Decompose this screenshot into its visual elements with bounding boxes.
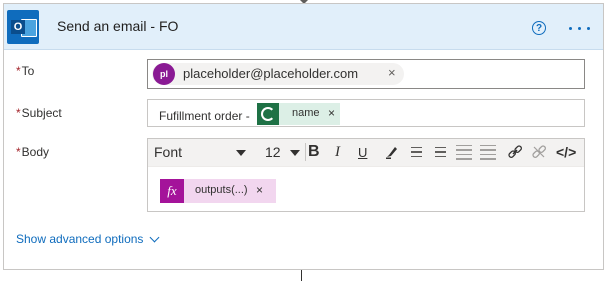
dynamic-content-token[interactable]: name ×: [257, 103, 340, 125]
dataverse-icon: [257, 103, 279, 125]
advanced-label: Show advanced options: [16, 232, 144, 246]
increase-indent-button[interactable]: [480, 143, 496, 161]
required-marker: *: [16, 145, 21, 159]
chevron-down-icon: [290, 150, 300, 156]
help-icon[interactable]: ?: [532, 21, 546, 35]
chevron-down-icon: [149, 232, 160, 242]
font-size-select[interactable]: 12: [265, 143, 300, 161]
outlook-icon: O: [7, 10, 39, 44]
font-family-select[interactable]: Font: [154, 143, 246, 161]
body-editor[interactable]: Font 12 B I U </> fx outputs(...) ×: [147, 138, 585, 212]
toolbar-divider: [305, 143, 306, 161]
numbered-list-icon: [430, 146, 446, 158]
to-field[interactable]: pl placeholder@placeholder.com ×: [147, 59, 585, 89]
remove-recipient-icon[interactable]: ×: [388, 65, 396, 80]
to-label-text: To: [21, 64, 35, 78]
avatar: pl: [153, 63, 175, 85]
more-options-icon[interactable]: [569, 27, 590, 30]
card-title[interactable]: Send an email - FO: [57, 18, 178, 34]
token-label: outputs(...): [195, 184, 248, 196]
italic-button[interactable]: I: [335, 143, 340, 161]
outlook-letter: O: [11, 20, 25, 34]
increase-indent-icon: [480, 144, 496, 160]
bold-button[interactable]: B: [308, 143, 320, 161]
insert-link-button[interactable]: [507, 143, 523, 161]
to-label: *To: [16, 64, 34, 78]
remove-link-button[interactable]: [531, 143, 547, 161]
underline-button[interactable]: U: [358, 143, 367, 161]
subject-field[interactable]: Fufillment order - name ×: [147, 99, 585, 127]
chevron-down-icon: [236, 150, 246, 156]
card-header[interactable]: O Send an email - FO ?: [4, 4, 603, 50]
subject-text: Fufillment order -: [159, 109, 250, 123]
pen-icon: [386, 147, 397, 159]
body-label: *Body: [16, 145, 49, 159]
recipient-chip[interactable]: pl placeholder@placeholder.com ×: [152, 63, 404, 85]
bullet-list-icon: [406, 146, 422, 158]
subject-label: *Subject: [16, 106, 62, 120]
fx-icon: fx: [160, 179, 184, 203]
required-marker: *: [16, 106, 21, 120]
rich-text-toolbar: Font 12 B I U </>: [148, 139, 584, 167]
code-view-button[interactable]: </>: [556, 143, 576, 161]
link-icon: [508, 145, 522, 158]
flow-connector-line: [301, 270, 302, 281]
decrease-indent-icon: [456, 144, 472, 160]
remove-token-icon[interactable]: ×: [328, 106, 335, 120]
recipient-email: placeholder@placeholder.com: [183, 66, 359, 81]
font-size-value: 12: [265, 144, 281, 160]
unlink-icon: [532, 145, 546, 158]
subject-label-text: Subject: [21, 106, 62, 120]
decrease-indent-button[interactable]: [456, 143, 472, 161]
numbered-list-button[interactable]: [430, 143, 446, 161]
font-select-value: Font: [154, 144, 183, 160]
bullet-list-button[interactable]: [406, 143, 422, 161]
token-label: name: [292, 107, 320, 119]
action-card: O Send an email - FO ?: [3, 3, 604, 270]
font-color-button[interactable]: [384, 143, 400, 161]
show-advanced-options-link[interactable]: Show advanced options: [16, 232, 160, 246]
required-marker: *: [16, 64, 21, 78]
expression-token[interactable]: fx outputs(...) ×: [160, 179, 276, 203]
body-label-text: Body: [21, 145, 50, 159]
remove-token-icon[interactable]: ×: [256, 183, 263, 197]
